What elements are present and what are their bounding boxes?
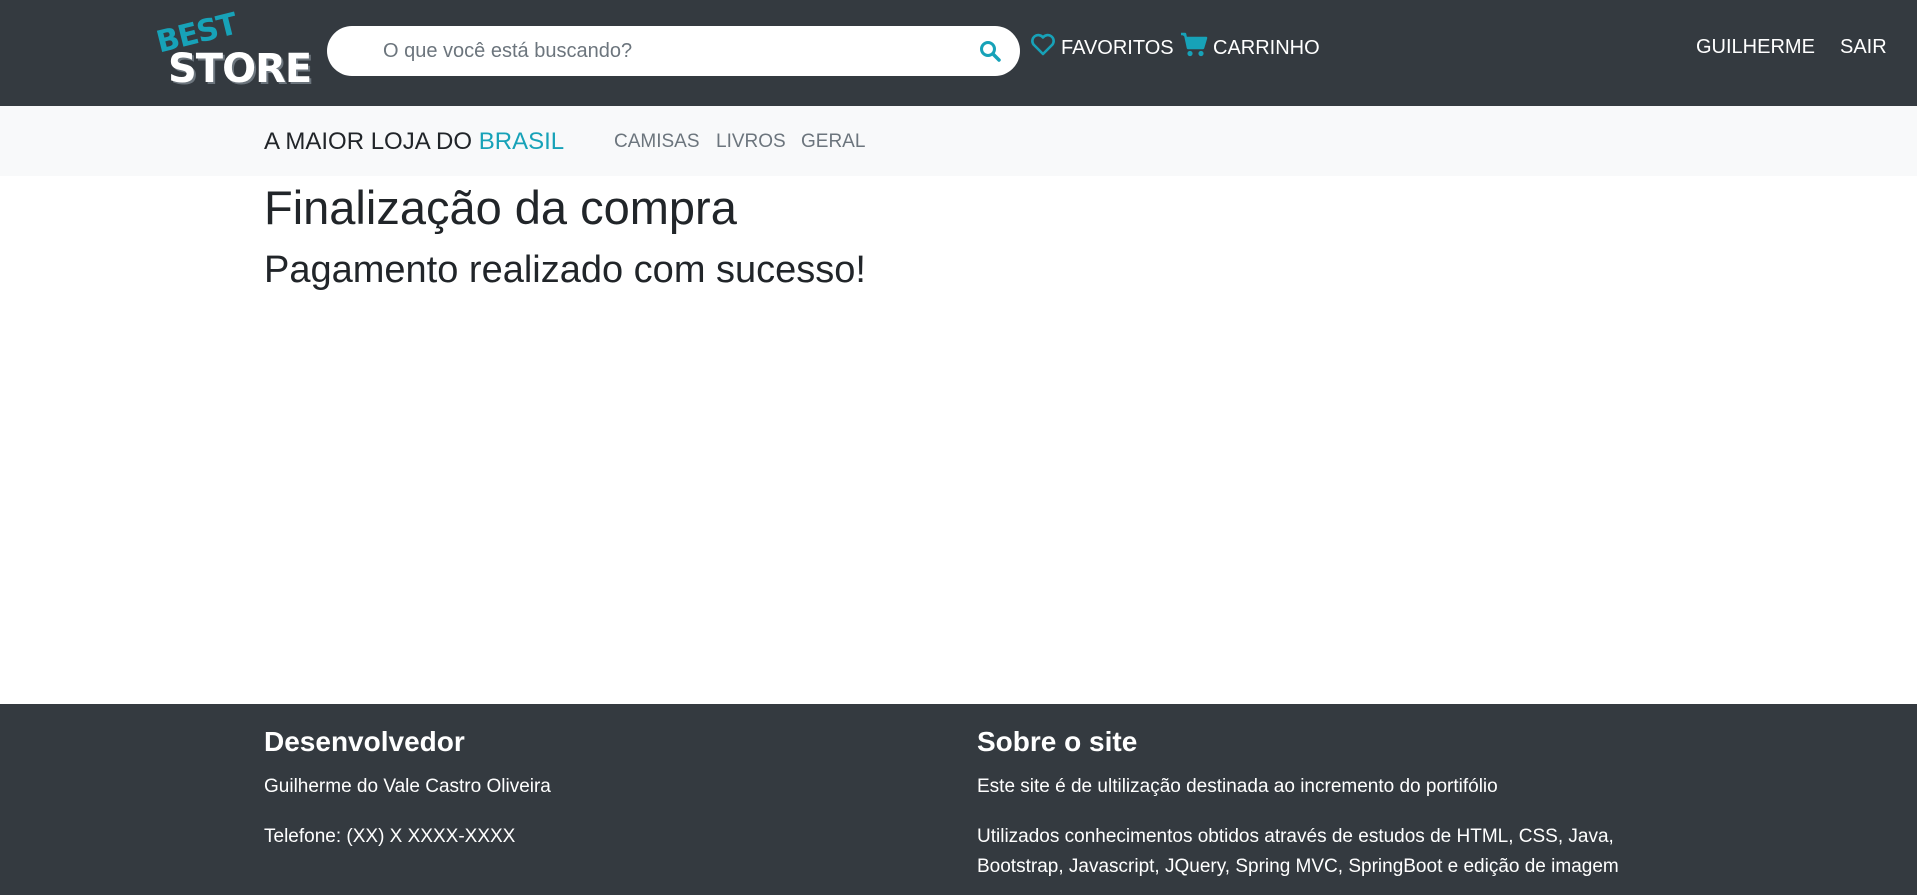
search-icon[interactable] — [978, 39, 1002, 63]
store-logo[interactable]: BEST STORE — [152, 7, 312, 92]
category-link-livros[interactable]: LIVROS — [716, 131, 786, 153]
top-navbar: BEST STORE FAVORITOS CARRINHO — [0, 0, 1917, 106]
footer-about-text-1: Este site é de ultilização destinada ao … — [977, 776, 1498, 797]
category-link-geral[interactable]: GERAL — [801, 131, 865, 153]
footer-developer-heading: Desenvolvedor — [264, 726, 465, 757]
user-account-link[interactable]: GUILHERME — [1696, 32, 1815, 62]
store-tagline[interactable]: A MAIOR LOJA DO BRASIL — [264, 128, 564, 156]
category-navbar: A MAIOR LOJA DO BRASIL CAMISAS LIVROS GE… — [0, 106, 1917, 176]
footer-developer-phone: Telefone: (XX) X XXXX-XXXX — [264, 826, 516, 847]
cart-icon — [1180, 32, 1213, 64]
search-input[interactable] — [383, 36, 943, 66]
favorites-link[interactable]: FAVORITOS — [1030, 33, 1174, 63]
tagline-prefix: A MAIOR LOJA DO — [264, 128, 479, 155]
heart-icon — [1030, 33, 1061, 63]
footer-about-text-2: Utilizados conhecimentos obtidos através… — [977, 826, 1619, 877]
search-bar — [327, 26, 1020, 76]
footer: Desenvolvedor Guilherme do Vale Castro O… — [0, 704, 1917, 895]
payment-success-message: Pagamento realizado com sucesso! — [264, 249, 866, 291]
logo-store-text: STORE — [168, 46, 312, 92]
footer-developer-name: Guilherme do Vale Castro Oliveira — [264, 776, 551, 797]
favorites-label: FAVORITOS — [1061, 36, 1174, 59]
logout-link[interactable]: SAIR — [1840, 32, 1887, 62]
tagline-accent: BRASIL — [478, 128, 565, 155]
footer-developer-section: Desenvolvedor Guilherme do Vale Castro O… — [264, 726, 551, 872]
footer-about-heading: Sobre o site — [977, 726, 1138, 757]
footer-about-section: Sobre o site Este site é de ultilização … — [977, 726, 1677, 895]
cart-link[interactable]: CARRINHO — [1180, 32, 1320, 64]
page-title: Finalização da compra — [264, 181, 737, 234]
category-link-camisas[interactable]: CAMISAS — [614, 131, 700, 153]
cart-label: CARRINHO — [1213, 36, 1320, 59]
